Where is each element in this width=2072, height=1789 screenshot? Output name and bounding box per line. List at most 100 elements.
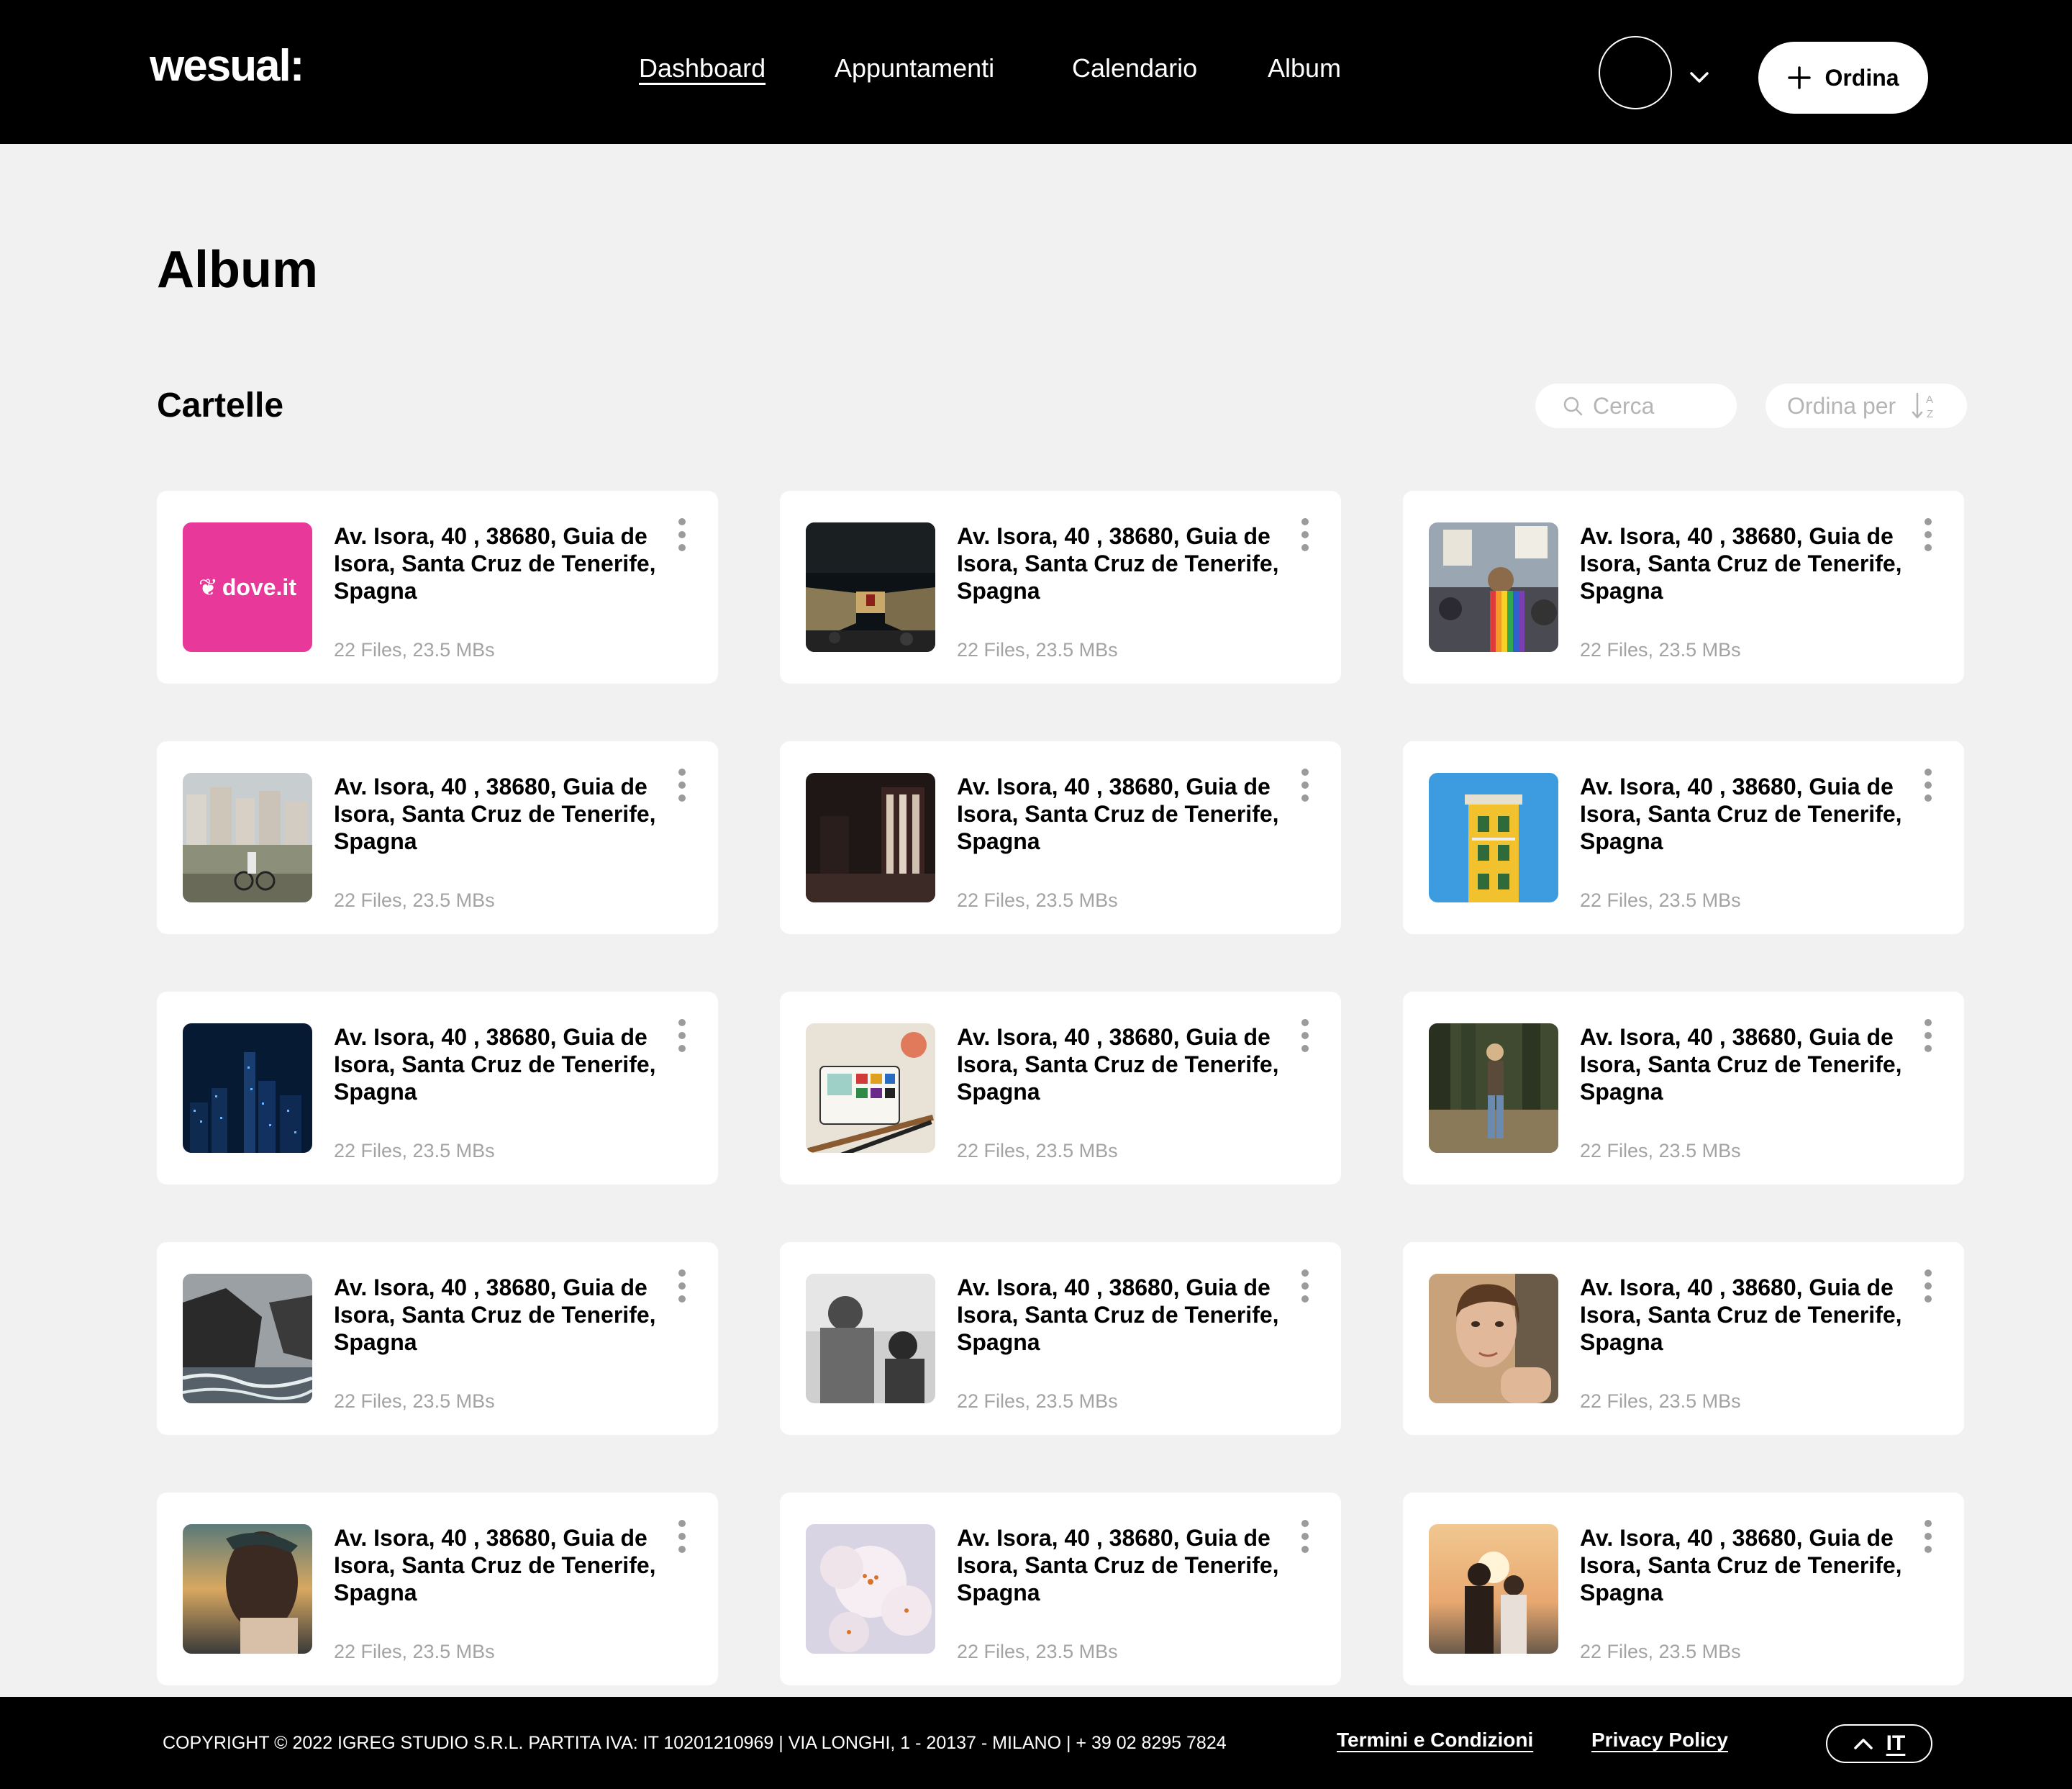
more-options-icon[interactable]	[675, 769, 689, 802]
folder-title: Av. Isora, 40 , 38680, Guia de Isora, Sa…	[957, 1024, 1279, 1105]
more-options-icon[interactable]	[675, 518, 689, 551]
language-selector[interactable]: IT	[1826, 1724, 1932, 1763]
folder-thumbnail	[806, 522, 935, 652]
folder-thumbnail-image	[1429, 522, 1558, 652]
folder-card[interactable]: Av. Isora, 40 , 38680, Guia de Isora, Sa…	[1403, 1242, 1964, 1435]
nav-album[interactable]: Album	[1268, 53, 1341, 83]
folder-title: Av. Isora, 40 , 38680, Guia de Isora, Sa…	[1580, 1525, 1902, 1605]
svg-text:A: A	[1926, 394, 1933, 406]
folder-title: Av. Isora, 40 , 38680, Guia de Isora, Sa…	[334, 1274, 656, 1355]
folder-title: Av. Isora, 40 , 38680, Guia de Isora, Sa…	[1580, 1274, 1902, 1355]
folder-title: Av. Isora, 40 , 38680, Guia de Isora, Sa…	[334, 1525, 656, 1605]
folder-thumbnail	[806, 773, 935, 902]
folder-card[interactable]: Av. Isora, 40 , 38680, Guia de Isora, Sa…	[157, 1242, 718, 1435]
folder-card[interactable]: ❦ dove.it Av. Isora, 40 , 38680, Guia de …	[157, 491, 718, 684]
folder-card[interactable]: Av. Isora, 40 , 38680, Guia de Isora, Sa…	[1403, 1493, 1964, 1685]
order-button-label: Ordina	[1825, 64, 1899, 91]
more-options-icon[interactable]	[1298, 518, 1312, 551]
nav-dashboard[interactable]: Dashboard	[639, 53, 765, 83]
folder-card[interactable]: Av. Isora, 40 , 38680, Guia de Isora, Sa…	[780, 741, 1341, 934]
folder-thumbnail-image	[806, 1524, 935, 1654]
search-input[interactable]	[1593, 392, 1730, 420]
terms-link[interactable]: Termini e Condizioni	[1337, 1729, 1533, 1752]
search-box[interactable]	[1535, 384, 1737, 428]
folder-thumbnail-image	[1429, 1274, 1558, 1403]
dove-logo-text: dove.it	[222, 574, 296, 600]
folder-thumbnail-image	[1429, 1023, 1558, 1153]
folder-card[interactable]: Av. Isora, 40 , 38680, Guia de Isora, Sa…	[780, 491, 1341, 684]
user-avatar[interactable]	[1599, 36, 1672, 109]
folder-title: Av. Isora, 40 , 38680, Guia de Isora, Sa…	[334, 523, 656, 604]
folder-card[interactable]: Av. Isora, 40 , 38680, Guia de Isora, Sa…	[780, 1493, 1341, 1685]
more-options-icon[interactable]	[1921, 518, 1935, 551]
page-title: Album	[157, 241, 318, 299]
plus-icon	[1788, 66, 1812, 89]
folder-card[interactable]: Av. Isora, 40 , 38680, Guia de Isora, Sa…	[157, 992, 718, 1185]
folder-thumbnail	[1429, 1524, 1558, 1654]
folder-meta: 22 Files, 23.5 MBs	[334, 1140, 495, 1161]
folder-thumbnail-image	[806, 1023, 935, 1153]
folder-title: Av. Isora, 40 , 38680, Guia de Isora, Sa…	[1580, 523, 1902, 604]
footer: COPYRIGHT © 2022 IGREG STUDIO S.R.L. PAR…	[0, 1697, 2072, 1789]
folder-thumbnail-image	[806, 522, 935, 652]
more-options-icon[interactable]	[1298, 769, 1312, 802]
nav-appuntamenti[interactable]: Appuntamenti	[835, 53, 994, 83]
sort-button[interactable]: Ordina per A Z	[1766, 384, 1967, 428]
more-options-icon[interactable]	[1921, 1269, 1935, 1303]
folder-title: Av. Isora, 40 , 38680, Guia de Isora, Sa…	[957, 1274, 1279, 1355]
folder-thumbnail	[183, 773, 312, 902]
folder-thumbnail	[183, 1274, 312, 1403]
folder-thumbnail	[183, 1524, 312, 1654]
sort-label: Ordina per	[1787, 392, 1896, 419]
folder-meta: 22 Files, 23.5 MBs	[957, 1140, 1118, 1161]
folder-thumbnail	[1429, 1023, 1558, 1153]
folder-card[interactable]: Av. Isora, 40 , 38680, Guia de Isora, Sa…	[1403, 741, 1964, 934]
folder-thumbnail	[806, 1023, 935, 1153]
footer-copyright: COPYRIGHT © 2022 IGREG STUDIO S.R.L. PAR…	[163, 1733, 1227, 1753]
more-options-icon[interactable]	[1298, 1019, 1312, 1052]
folder-thumbnail-image	[183, 773, 312, 902]
dove-icon: ❦	[199, 574, 218, 600]
folder-meta: 22 Files, 23.5 MBs	[334, 889, 495, 911]
folder-thumbnail-image	[183, 1524, 312, 1654]
more-options-icon[interactable]	[1921, 1520, 1935, 1553]
folder-meta: 22 Files, 23.5 MBs	[1580, 639, 1741, 661]
folder-meta: 22 Files, 23.5 MBs	[334, 639, 495, 661]
folder-title: Av. Isora, 40 , 38680, Guia de Isora, Sa…	[1580, 1024, 1902, 1105]
privacy-link[interactable]: Privacy Policy	[1591, 1729, 1728, 1752]
folder-title: Av. Isora, 40 , 38680, Guia de Isora, Sa…	[957, 523, 1279, 604]
folder-card[interactable]: Av. Isora, 40 , 38680, Guia de Isora, Sa…	[1403, 491, 1964, 684]
more-options-icon[interactable]	[675, 1520, 689, 1553]
search-icon	[1563, 397, 1583, 416]
folder-meta: 22 Files, 23.5 MBs	[1580, 889, 1741, 911]
more-options-icon[interactable]	[1921, 769, 1935, 802]
folder-thumbnail-image	[1429, 1524, 1558, 1654]
folder-thumbnail	[1429, 1274, 1558, 1403]
folder-card[interactable]: Av. Isora, 40 , 38680, Guia de Isora, Sa…	[1403, 992, 1964, 1185]
more-options-icon[interactable]	[675, 1269, 689, 1303]
folder-title: Av. Isora, 40 , 38680, Guia de Isora, Sa…	[957, 1525, 1279, 1605]
folder-meta: 22 Files, 23.5 MBs	[1580, 1641, 1741, 1662]
nav-calendario[interactable]: Calendario	[1072, 53, 1197, 83]
folder-thumbnail-image	[806, 773, 935, 902]
more-options-icon[interactable]	[1298, 1520, 1312, 1553]
folder-thumbnail	[1429, 773, 1558, 902]
folder-meta: 22 Files, 23.5 MBs	[957, 1390, 1118, 1412]
folder-card[interactable]: Av. Isora, 40 , 38680, Guia de Isora, Sa…	[157, 741, 718, 934]
folder-title: Av. Isora, 40 , 38680, Guia de Isora, Sa…	[334, 774, 656, 854]
more-options-icon[interactable]	[1921, 1019, 1935, 1052]
order-button[interactable]: Ordina	[1758, 42, 1928, 114]
folder-thumbnail-image	[183, 1023, 312, 1153]
more-options-icon[interactable]	[675, 1019, 689, 1052]
folder-title: Av. Isora, 40 , 38680, Guia de Isora, Sa…	[334, 1024, 656, 1105]
folder-title: Av. Isora, 40 , 38680, Guia de Isora, Sa…	[1580, 774, 1902, 854]
dove-it-logo: ❦ dove.it	[183, 522, 312, 652]
folder-card[interactable]: Av. Isora, 40 , 38680, Guia de Isora, Sa…	[780, 992, 1341, 1185]
folder-thumbnail: ❦ dove.it	[183, 522, 312, 652]
folder-card[interactable]: Av. Isora, 40 , 38680, Guia de Isora, Sa…	[157, 1493, 718, 1685]
folder-card[interactable]: Av. Isora, 40 , 38680, Guia de Isora, Sa…	[780, 1242, 1341, 1435]
wesual-logo[interactable]: wesual:	[150, 40, 304, 91]
chevron-down-icon[interactable]	[1688, 66, 1711, 89]
more-options-icon[interactable]	[1298, 1269, 1312, 1303]
folder-meta: 22 Files, 23.5 MBs	[957, 639, 1118, 661]
